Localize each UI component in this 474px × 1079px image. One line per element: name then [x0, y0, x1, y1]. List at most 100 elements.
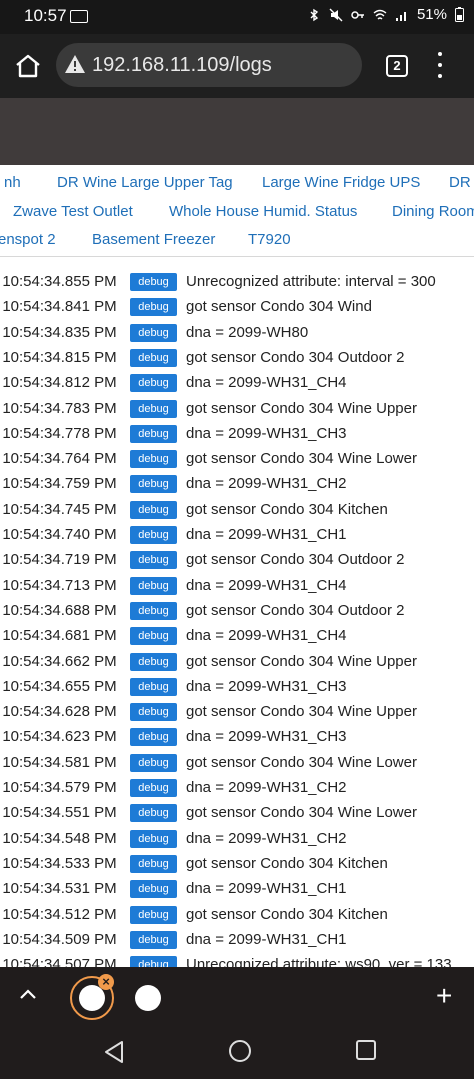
notification-icon	[70, 10, 88, 23]
home-icon[interactable]	[14, 54, 42, 78]
log-row: ː 10:54:34.512 PM debug got sensor Condo 3…	[0, 902, 474, 927]
url-bar[interactable]: 192.168.11.109/logs	[56, 43, 362, 87]
log-row: ː 10:54:34.531 PM debug dna = 2099-WH31_CH…	[0, 876, 474, 901]
debug-badge[interactable]: debug	[130, 930, 177, 949]
log-row: ː 10:54:34.548 PM debug dna = 2099-WH31_CH…	[0, 826, 474, 851]
log-message: got sensor Condo 304 Wine Lower	[186, 450, 417, 468]
log-timestamp: ː 10:54:34.623 PM	[0, 728, 117, 746]
back-icon[interactable]	[103, 1040, 125, 1064]
debug-badge[interactable]: debug	[130, 677, 177, 696]
log-row: ː 10:54:34.533 PM debug got sensor Condo 3…	[0, 851, 474, 876]
log-message: dna = 2099-WH31_CH3	[186, 677, 347, 695]
log-row: ː 10:54:34.662 PM debug got sensor Condo 3…	[0, 649, 474, 674]
browser-toolbar: 192.168.11.109/logs 2	[0, 34, 474, 98]
log-message: dna = 2099-WH31_CH2	[186, 779, 347, 796]
close-tab-icon[interactable]: ×	[98, 974, 114, 990]
debug-badge[interactable]: debug	[130, 273, 177, 291]
log-row: ː 10:54:34.835 PM debug dna = 2099-WH80	[0, 320, 474, 345]
debug-badge[interactable]: debug	[130, 779, 177, 797]
log-timestamp: ː 10:54:34.507 PM	[0, 956, 117, 967]
log-row: ː 10:54:34.688 PM debug got sensor Condo 3…	[0, 598, 474, 623]
debug-badge[interactable]: debug	[130, 627, 177, 646]
log-timestamp: ː 10:54:34.512 PM	[0, 905, 117, 923]
log-row: ː 10:54:34.815 PM debug got sensor Condo 3…	[0, 345, 474, 370]
log-message: got sensor Condo 304 Wine Upper	[186, 703, 417, 721]
log-message: Unrecognized attribute: ws90_ver = 133	[186, 956, 452, 967]
recents-icon[interactable]	[355, 1039, 377, 1061]
debug-badge[interactable]: debug	[130, 829, 177, 848]
debug-badge[interactable]: debug	[130, 956, 177, 967]
log-message: got sensor Condo 304 Wind	[186, 298, 372, 316]
signal-icon	[395, 11, 406, 21]
url-text[interactable]: 192.168.11.109/logs	[92, 54, 272, 77]
tab-switcher-button[interactable]: 2	[386, 55, 408, 77]
debug-badge[interactable]: debug	[130, 348, 177, 367]
debug-badge[interactable]: debug	[130, 576, 177, 595]
log-message: dna = 2099-WH31_CH3	[186, 728, 347, 746]
debug-badge[interactable]: debug	[130, 323, 177, 342]
log-timestamp: ː 10:54:34.759 PM	[0, 475, 117, 493]
log-row: ː 10:54:34.841 PM debug got sensor Condo 3…	[0, 294, 474, 319]
log-message: got sensor Condo 304 Kitchen	[186, 905, 388, 923]
debug-badge[interactable]: debug	[130, 374, 177, 393]
not-secure-warning-icon[interactable]	[64, 54, 86, 74]
status-bar: 10:57 51%	[0, 0, 474, 34]
debug-badge[interactable]: debug	[130, 500, 177, 519]
log-timestamp: ː 10:54:34.764 PM	[0, 450, 117, 468]
debug-badge[interactable]: debug	[130, 703, 177, 722]
log-message: dna = 2099-WH31_CH2	[186, 475, 347, 493]
debug-badge[interactable]: debug	[130, 298, 177, 317]
add-tab-icon[interactable]: +	[436, 982, 452, 1010]
device-link[interactable]: Zwave Test Outlet	[13, 203, 133, 220]
device-link[interactable]: Dining Room	[392, 203, 474, 220]
device-link[interactable]: Whole House Humid. Status	[169, 203, 357, 220]
debug-badge[interactable]: debug	[130, 424, 177, 443]
debug-badge[interactable]: debug	[130, 905, 177, 924]
device-link[interactable]: DR Wine Large Upper Tag	[57, 174, 233, 191]
device-row-1: nh DR Wine Large Upper Tag Large Wine Fr…	[0, 167, 474, 195]
debug-badge[interactable]: debug	[130, 450, 177, 469]
device-link[interactable]: enspot 2	[0, 231, 56, 248]
log-list[interactable]: ː 10:54:34.855 PM debug Unrecognized attri…	[0, 257, 474, 967]
device-link[interactable]: T7920	[248, 231, 291, 248]
device-link[interactable]: Large Wine Fridge UPS	[262, 174, 420, 191]
log-timestamp: ː 10:54:34.841 PM	[0, 298, 117, 316]
debug-badge[interactable]: debug	[130, 399, 177, 418]
log-timestamp: ː 10:54:34.713 PM	[0, 576, 117, 594]
debug-badge[interactable]: debug	[130, 804, 177, 823]
debug-badge[interactable]: debug	[130, 728, 177, 747]
hubitat-tab-icon[interactable]	[128, 978, 168, 1018]
log-timestamp: ː 10:54:34.688 PM	[0, 601, 117, 619]
device-link[interactable]: Basement Freezer	[92, 231, 215, 248]
log-timestamp: ː 10:54:34.655 PM	[0, 677, 117, 695]
log-message: got sensor Condo 304 Kitchen	[186, 854, 388, 872]
debug-badge[interactable]: debug	[130, 652, 177, 671]
device-link[interactable]: DR	[449, 174, 471, 191]
overflow-menu-icon[interactable]	[432, 52, 448, 78]
device-row-3: enspot 2 Basement Freezer T7920	[0, 224, 474, 252]
log-row: ː 10:54:34.628 PM debug got sensor Condo 3…	[0, 699, 474, 724]
debug-badge[interactable]: debug	[130, 475, 177, 494]
debug-badge[interactable]: debug	[130, 526, 177, 544]
log-message: dna = 2099-WH31_CH1	[186, 526, 347, 543]
log-row: ː 10:54:34.719 PM debug got sensor Condo 3…	[0, 547, 474, 572]
log-row: ː 10:54:34.745 PM debug got sensor Condo 3…	[0, 497, 474, 522]
debug-badge[interactable]: debug	[130, 551, 177, 570]
log-timestamp: ː 10:54:34.812 PM	[0, 374, 117, 392]
wifi-icon	[373, 9, 387, 20]
log-row: ː 10:54:34.764 PM debug got sensor Condo 3…	[0, 446, 474, 471]
log-message: got sensor Condo 304 Kitchen	[186, 500, 388, 518]
debug-badge[interactable]: debug	[130, 854, 177, 873]
debug-badge[interactable]: debug	[130, 753, 177, 772]
log-message: got sensor Condo 304 Outdoor 2	[186, 601, 405, 619]
debug-badge[interactable]: debug	[130, 601, 177, 620]
log-timestamp: ː 10:54:34.745 PM	[0, 500, 117, 518]
log-message: got sensor Condo 304 Wine Upper	[186, 399, 417, 417]
status-time: 10:57	[24, 6, 67, 25]
device-link[interactable]: nh	[4, 174, 21, 191]
log-row: ː 10:54:34.507 PM debug Unrecognized attri…	[0, 952, 474, 967]
log-timestamp: ː 10:54:34.628 PM	[0, 703, 117, 721]
home-icon[interactable]	[228, 1039, 252, 1063]
collapse-chevron-icon[interactable]	[18, 987, 38, 1001]
debug-badge[interactable]: debug	[130, 880, 177, 899]
